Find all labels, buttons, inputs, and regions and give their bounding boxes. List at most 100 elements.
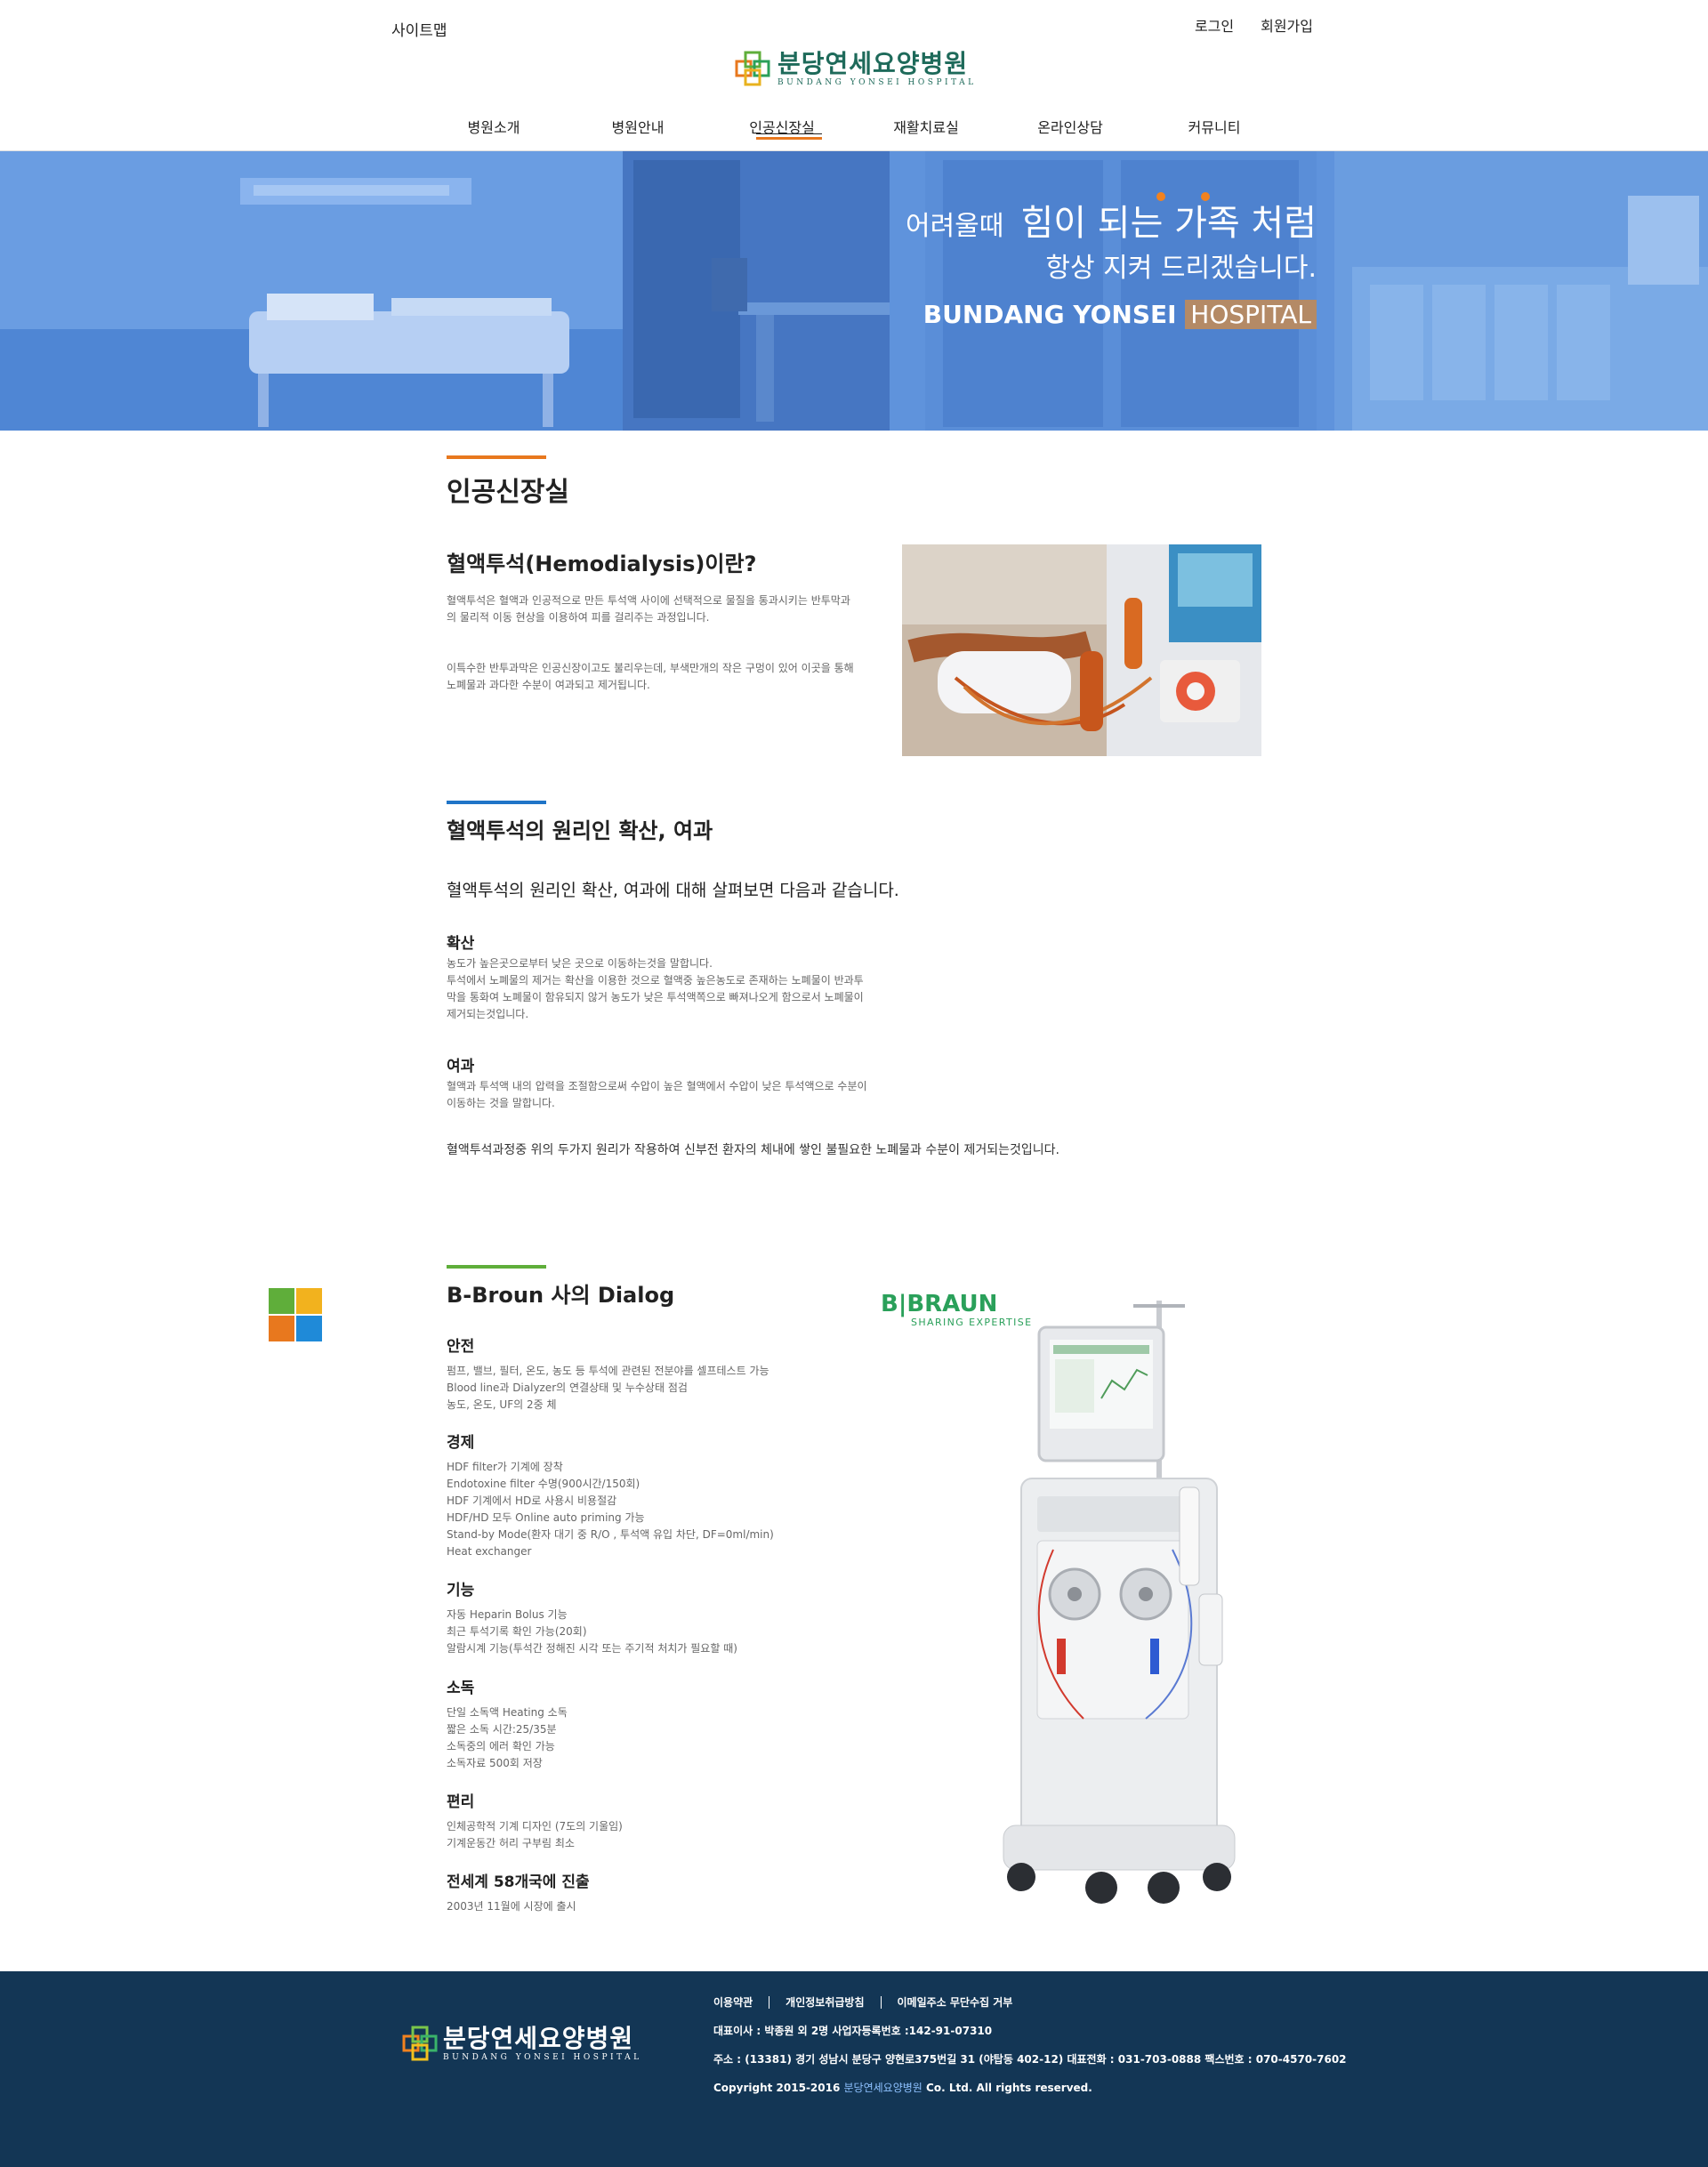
copyright-brand: 분당연세요양병원 <box>843 2082 922 2094</box>
summary-text: 혈액투석과정중 위의 두가지 원리가 작용하여 신부전 환자의 체내에 쌓인 불… <box>447 1143 1059 1157</box>
filtration-line: 이동하는 것을 말합니다. <box>447 1097 555 1109</box>
nav-item-guide[interactable]: 병원안내 <box>571 110 705 146</box>
hero-copy: 어려울때 힘이 되는 가족 처럼 항상 지켜 드리겠습니다. BUNDANG Y… <box>906 201 1317 333</box>
footer-links: 이용약관 개인정보취급방침 이메일주소 무단수집 거부 <box>713 1994 1012 2010</box>
feature-title: 소독 <box>447 1680 475 1697</box>
hero-line1-big: 힘이 되는 가족 처럼 <box>1020 203 1317 244</box>
filtration-title: 여과 <box>447 1058 475 1075</box>
title-bar-orange <box>447 455 546 459</box>
feature-line: Heat exchanger <box>447 1545 532 1558</box>
hospital-logo[interactable]: 분당연세요양병원 BUNDANG YONSEI HOSPITAL <box>735 50 977 87</box>
hemodialysis-paragraph-1: 혈액투석은 혈액과 인공적으로 만든 투석액 사이에 선택적으로 물질을 통과시… <box>447 594 850 624</box>
feature-economy: 경제 HDF filter가 기계에 장착 Endotoxine filter … <box>447 1432 774 1560</box>
footer-company-info: 대표이사 : 박종원 외 2명 사업자등록번호 :142-91-07310 <box>713 2025 993 2037</box>
feature-line: 소독자료 500회 저장 <box>447 1757 543 1769</box>
dialysis-machine-image <box>1003 1301 1236 1904</box>
hero-line1: 어려울때 힘이 되는 가족 처럼 <box>906 201 1317 249</box>
feature-line: 2003년 11월에 시장에 출시 <box>447 1900 576 1913</box>
footer-address: 주소 : (13381) 경기 성남시 분당구 양현로375번길 31 (야탑동… <box>713 2053 1347 2066</box>
feature-line: 펌프, 밸브, 필터, 온도, 농도 등 투석에 관련된 전분야를 셀프테스트 … <box>447 1365 769 1377</box>
nav-item-rehab[interactable]: 재활치료실 <box>859 110 993 146</box>
logo-korean: 분당연세요양병원 <box>777 49 969 78</box>
feature-title: 경제 <box>447 1434 475 1452</box>
feature-line: 기계운동간 허리 구부림 최소 <box>447 1837 575 1849</box>
hemodialysis-paragraph-2: 이특수한 반투과막은 인공신장이고도 불리우는데, 부색만개의 작은 구멍이 있… <box>447 662 854 691</box>
filtration-line: 혈액과 투석액 내의 압력을 조절함으로써 수압이 높은 혈액에서 수압이 낮은… <box>447 1080 867 1092</box>
feature-convenience: 편리 인체공학적 기계 디자인 (7도의 기울임) 기계운동간 허리 구부림 최… <box>447 1792 623 1852</box>
diffusion-text: 농도가 높은곳으로부터 낮은 곳으로 이동하는것을 말합니다. 투석에서 노폐물… <box>447 955 980 1023</box>
hero-line1-small: 어려울때 <box>905 211 1004 242</box>
footer-logo-korean: 분당연세요양병원 <box>443 2024 634 2053</box>
feature-line: HDF filter가 기계에 장착 <box>447 1461 563 1473</box>
feature-line: Stand-by Mode(환자 대기 중 R/O , 투석액 유입 차단, D… <box>447 1528 774 1541</box>
feature-line: 단일 소독액 Heating 소독 <box>447 1706 568 1719</box>
feature-disinfection: 소독 단일 소독액 Heating 소독 짧은 소독 시간:25/35분 소독중… <box>447 1678 568 1772</box>
footer-cross-logo-icon <box>402 2026 438 2061</box>
feature-title: 안전 <box>447 1338 475 1356</box>
footer-logo: 분당연세요양병원 BUNDANG YONSEI HOSPITAL <box>402 2025 642 2062</box>
principle-lead: 혈액투석의 원리인 확산, 여과에 대해 살펴보면 다음과 같습니다. <box>447 881 899 900</box>
hero-line3-bold: BUNDANG YONSEI <box>922 300 1177 329</box>
nav-item-about[interactable]: 병원소개 <box>427 110 560 146</box>
top-links: 로그인 회원가입 <box>1195 14 1313 36</box>
diffusion-title: 확산 <box>447 935 475 953</box>
logo-english: BUNDANG YONSEI HOSPITAL <box>777 78 977 87</box>
dialysis-photo <box>902 544 1261 756</box>
hero-line3: BUNDANG YONSEI HOSPITAL <box>906 297 1317 333</box>
feature-lines: HDF filter가 기계에 장착 Endotoxine filter 수명(… <box>447 1459 774 1560</box>
feature-line: 농도, 온도, UF의 2중 체 <box>447 1398 557 1411</box>
hero-dots <box>1156 192 1210 201</box>
title-bar-green <box>447 1265 546 1269</box>
feature-line: HDF 기계에서 HD로 사용시 비용절감 <box>447 1494 617 1507</box>
filtration-text: 혈액과 투석액 내의 압력을 조절함으로써 수압이 높은 혈액에서 수압이 낮은… <box>447 1078 980 1112</box>
sitemap-link[interactable]: 사이트맵 <box>391 18 447 40</box>
login-link[interactable]: 로그인 <box>1195 14 1234 36</box>
nav-item-dialysis[interactable]: 인공신장실 <box>715 110 849 146</box>
main-nav: 병원소개 병원안내 인공신장실 재활치료실 온라인상담 커뮤니티 <box>409 110 1299 146</box>
feature-line: Endotoxine filter 수명(900시간/150회) <box>447 1478 640 1490</box>
feature-title: 전세계 58개국에 진출 <box>447 1873 590 1891</box>
feature-line: 최근 투석기록 확인 가능(20회) <box>447 1625 587 1638</box>
footer-copyright: Copyright 2015-2016 분당연세요양병원 Co. Ltd. Al… <box>713 2080 1092 2095</box>
hemodialysis-title: 혈액투석(Hemodialysis)이란? <box>447 552 757 576</box>
hero-line2: 항상 지켜 드리겠습니다. <box>1045 253 1317 284</box>
diffusion-line: 투석에서 노폐물의 제거는 확산을 이용한 것으로 혈액중 높은농도로 존재하는… <box>447 974 864 987</box>
site-header: 사이트맵 로그인 회원가입 분당연세요양병원 BUNDANG YONSEI HO… <box>0 0 1708 151</box>
feature-line: HDF/HD 모두 Online auto priming 가능 <box>447 1511 645 1524</box>
feature-line: 자동 Heparin Bolus 기능 <box>447 1608 568 1621</box>
feature-safety: 안전 펌프, 밸브, 필터, 온도, 농도 등 투석에 관련된 전분야를 셀프테… <box>447 1336 769 1414</box>
feature-global: 전세계 58개국에 진출 2003년 11월에 시장에 출시 <box>447 1872 590 1915</box>
color-tiles-icon <box>269 1288 322 1341</box>
feature-line: 인체공학적 기계 디자인 (7도의 기울임) <box>447 1820 623 1833</box>
email-policy-link[interactable]: 이메일주소 무단수집 거부 <box>898 1994 1013 2010</box>
hospital-room-image <box>0 151 1708 431</box>
diffusion-line: 제거되는것입니다. <box>447 1008 529 1020</box>
site-footer: 분당연세요양병원 BUNDANG YONSEI HOSPITAL 이용약관 개인… <box>0 1971 1708 2167</box>
footer-logo-english: BUNDANG YONSEI HOSPITAL <box>443 2053 642 2062</box>
title-bar-blue <box>447 801 546 804</box>
feature-lines: 인체공학적 기계 디자인 (7도의 기울임) 기계운동간 허리 구부림 최소 <box>447 1818 623 1852</box>
copyright-prefix: Copyright 2015-2016 <box>713 2082 841 2094</box>
feature-title: 편리 <box>447 1793 475 1811</box>
feature-lines: 펌프, 밸브, 필터, 온도, 농도 등 투석에 관련된 전분야를 셀프테스트 … <box>447 1363 769 1414</box>
copyright-suffix: Co. Ltd. All rights reserved. <box>926 2082 1092 2094</box>
privacy-link[interactable]: 개인정보취급방침 <box>786 1994 864 2010</box>
hero-line3-highlight: HOSPITAL <box>1185 300 1317 329</box>
feature-line: Blood line과 Dialyzer의 연결상태 및 누수상태 점검 <box>447 1382 688 1394</box>
join-link[interactable]: 회원가입 <box>1261 14 1313 36</box>
page-title: 인공신장실 <box>447 477 569 508</box>
feature-lines: 단일 소독액 Heating 소독 짧은 소독 시간:25/35분 소독중의 에… <box>447 1704 568 1772</box>
dialog-title: B-Broun 사의 Dialog <box>447 1283 675 1308</box>
feature-function: 기능 자동 Heparin Bolus 기능 최근 투석기록 확인 가능(20회… <box>447 1580 737 1657</box>
footer-divider <box>880 1995 882 2009</box>
feature-lines: 2003년 11월에 시장에 출시 <box>447 1898 590 1915</box>
nav-item-consult[interactable]: 온라인상담 <box>1003 110 1137 146</box>
principle-title: 혈액투석의 원리인 확산, 여과 <box>447 818 713 843</box>
feature-lines: 자동 Heparin Bolus 기능 최근 투석기록 확인 가능(20회) 알… <box>447 1607 737 1657</box>
diffusion-line: 막을 통화여 노폐물이 함유되지 않거 농도가 낮은 투석액쪽으로 빠져나오게 … <box>447 991 864 1003</box>
feature-title: 기능 <box>447 1582 475 1599</box>
terms-link[interactable]: 이용약관 <box>713 1994 753 2010</box>
hero-banner: 어려울때 힘이 되는 가족 처럼 항상 지켜 드리겠습니다. BUNDANG Y… <box>0 151 1708 431</box>
cross-logo-icon <box>735 51 770 86</box>
nav-item-community[interactable]: 커뮤니티 <box>1148 110 1281 146</box>
